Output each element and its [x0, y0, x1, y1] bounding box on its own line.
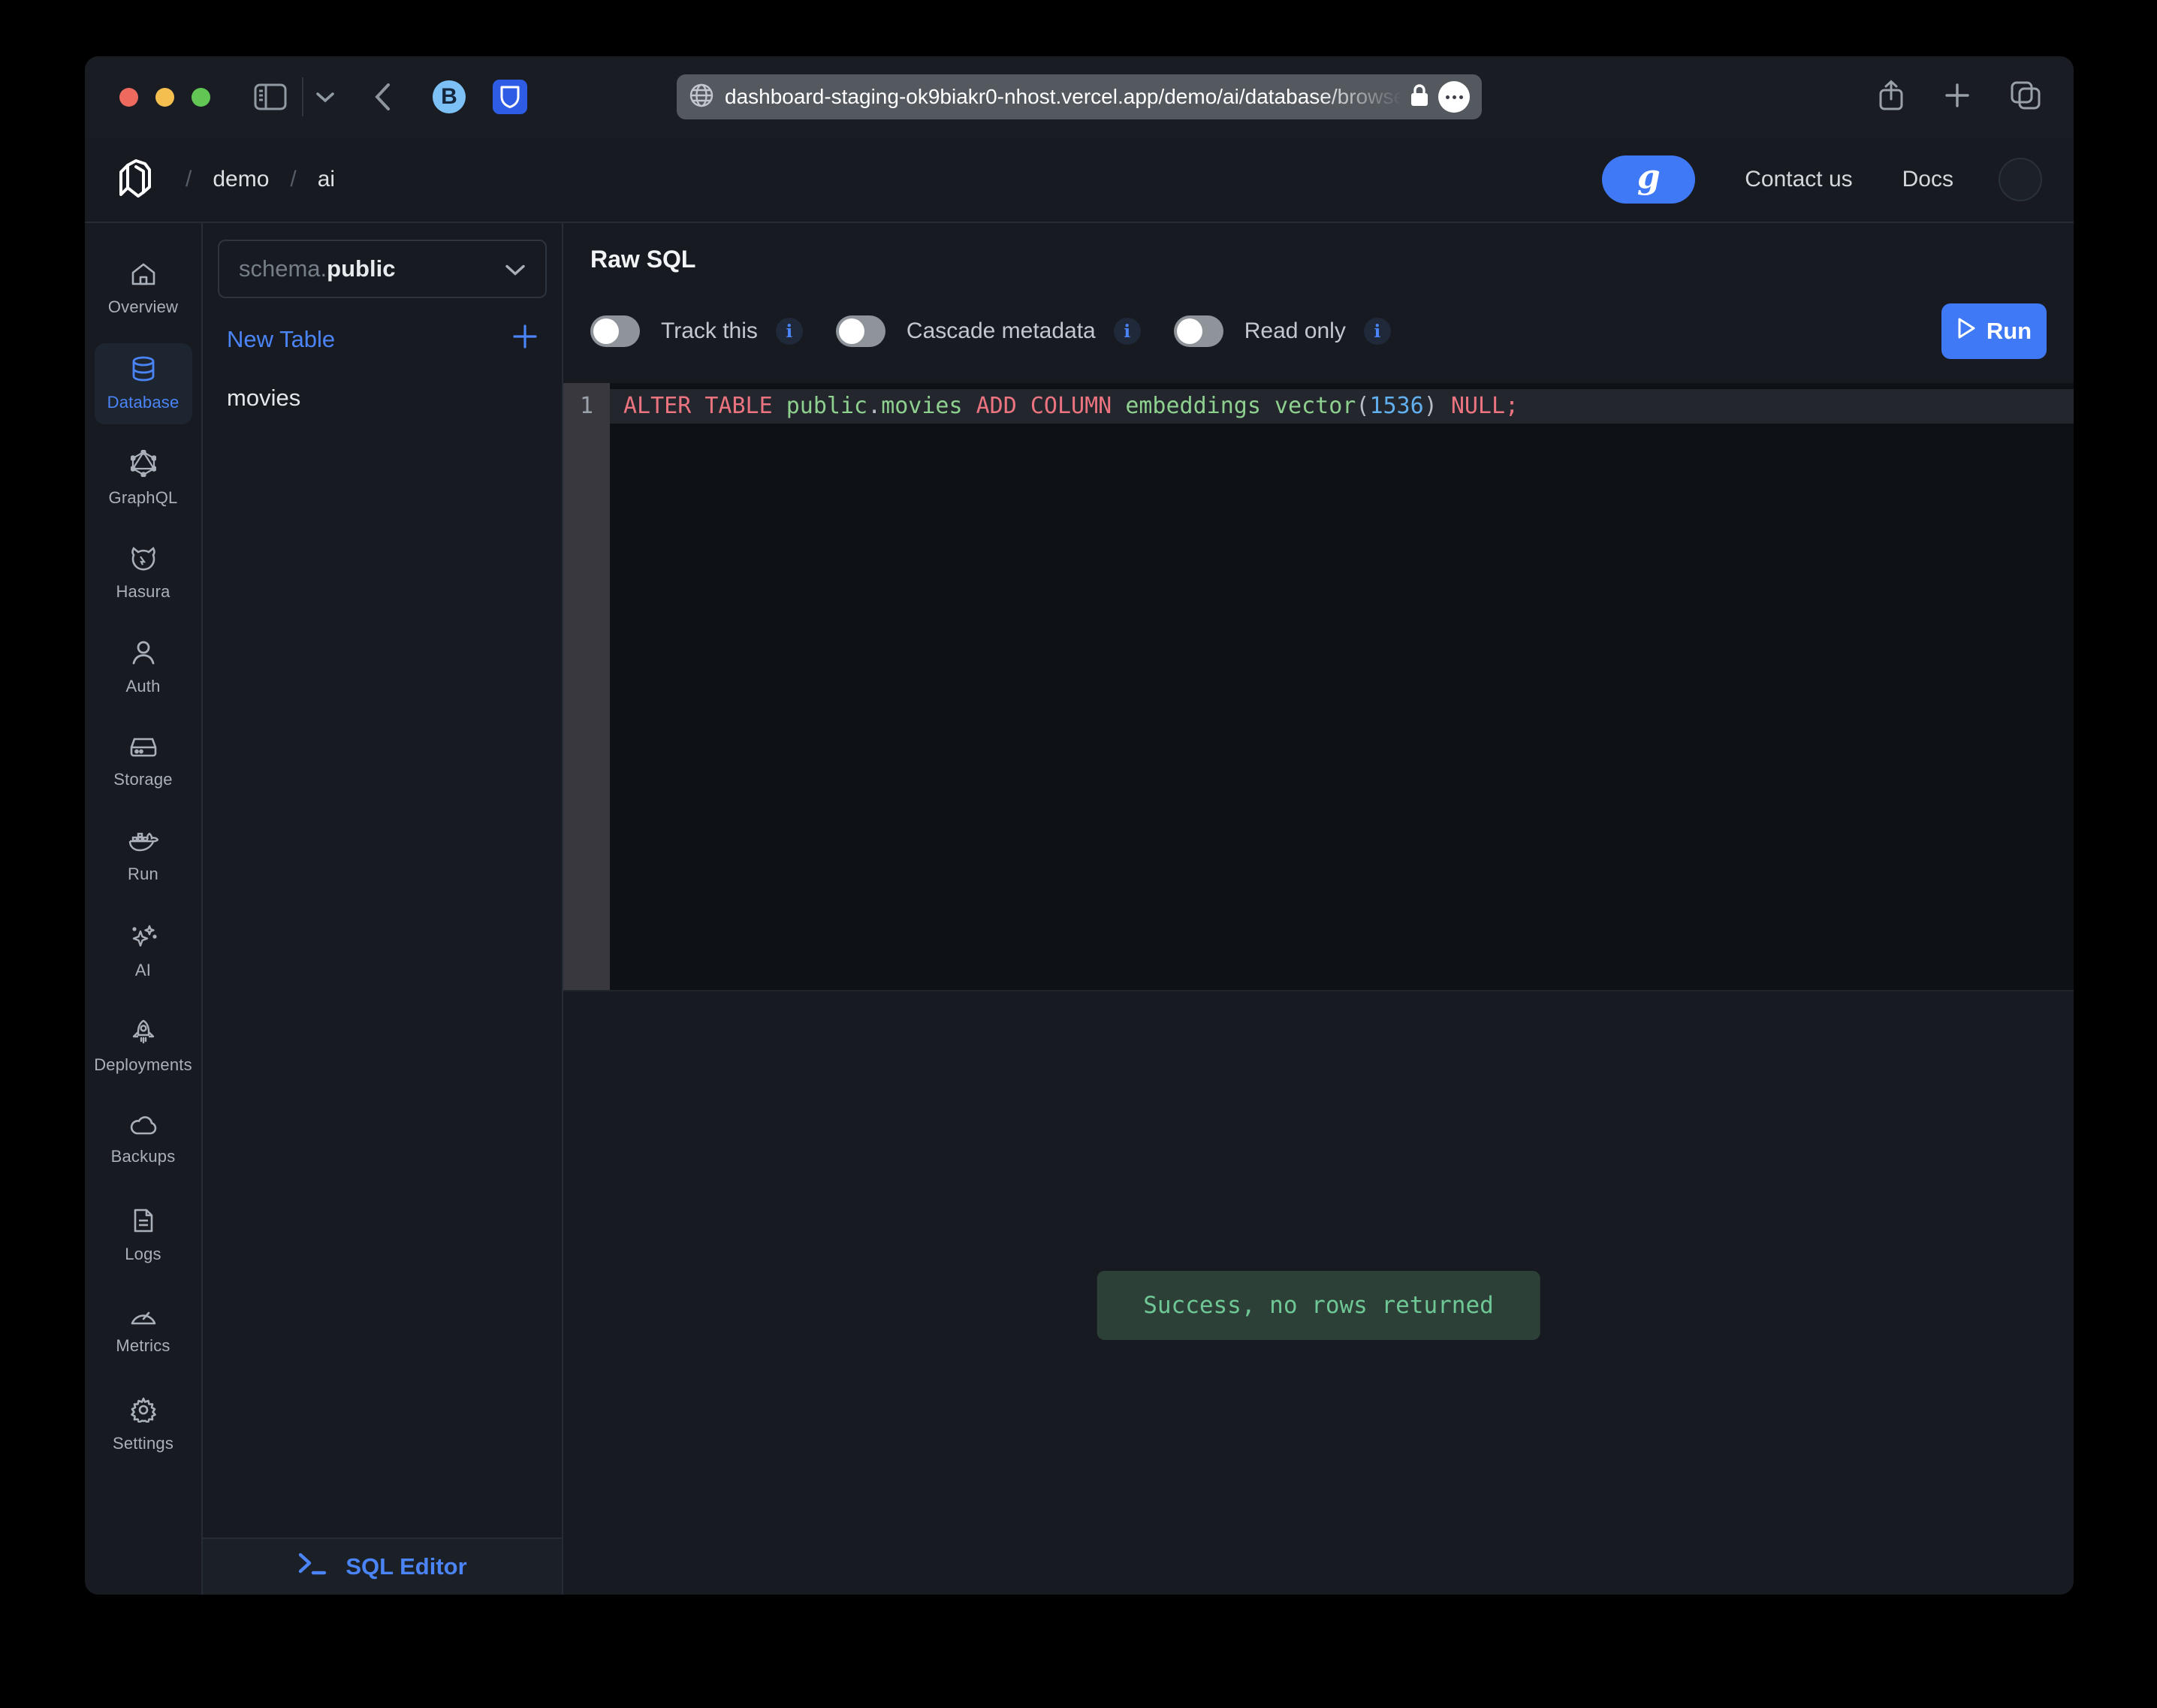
sidebar-item-logs[interactable]: Logs: [95, 1195, 192, 1276]
browser-chrome: B dashboard-staging-ok9biakr0-nhost.verc…: [85, 56, 2074, 137]
track-this-toggle[interactable]: [590, 315, 640, 347]
schema-prefix: schema.: [239, 255, 327, 282]
plus-icon: [512, 324, 538, 355]
new-table-button[interactable]: New Table: [203, 321, 562, 358]
sql-controls: Track this i Cascade metadata i Read onl…: [590, 303, 2047, 359]
user-avatar[interactable]: [1999, 158, 2042, 201]
app-header: / demo / ai g Contact us Docs: [85, 137, 2074, 223]
share-icon[interactable]: [1878, 80, 1904, 115]
cascade-metadata-toggle-group: Cascade metadata i: [836, 315, 1141, 347]
chevron-down-icon[interactable]: [315, 91, 335, 103]
contact-us-link[interactable]: Contact us: [1745, 167, 1852, 192]
table-item-movies[interactable]: movies: [203, 379, 562, 417]
sidebar-item-deployments[interactable]: Deployments: [95, 1006, 192, 1087]
graphql-icon: [131, 450, 156, 481]
chrome-divider: [302, 77, 303, 116]
breadcrumb-app[interactable]: ai: [318, 167, 335, 192]
url-bar[interactable]: dashboard-staging-ok9biakr0-nhost.vercel…: [677, 74, 1482, 119]
track-this-toggle-group: Track this i: [590, 315, 803, 347]
info-icon[interactable]: i: [776, 318, 803, 345]
sidebar-toggle-icon[interactable]: [254, 83, 287, 110]
database-icon: [131, 356, 156, 385]
breadcrumb-separator: /: [186, 167, 192, 192]
cloud-icon: [129, 1116, 158, 1139]
page-title: Raw SQL: [590, 246, 2074, 273]
sidebar-item-overview[interactable]: Overview: [95, 249, 192, 330]
sidebar-item-graphql[interactable]: GraphQL: [95, 438, 192, 519]
sql-code-editor[interactable]: 1 ALTER TABLE public.movies ADD COLUMN e…: [563, 383, 2074, 990]
zoom-window-button[interactable]: [192, 88, 210, 107]
sparkles-icon: [130, 924, 157, 953]
schema-select[interactable]: schema.public: [218, 240, 547, 298]
sql-editor-button[interactable]: SQL Editor: [203, 1538, 562, 1595]
home-icon: [131, 262, 156, 290]
query-results-area: Success, no rows returned: [563, 990, 2074, 1595]
gauge-icon: [129, 1305, 158, 1329]
nav-rail: Overview Database: [85, 223, 203, 1595]
tables-panel: schema.public New Table movies: [203, 223, 563, 1595]
extension-b-icon[interactable]: B: [433, 80, 466, 113]
back-button[interactable]: [374, 83, 391, 111]
url-text[interactable]: dashboard-staging-ok9biakr0-nhost.vercel…: [725, 85, 1410, 109]
sidebar-item-settings[interactable]: Settings: [95, 1384, 192, 1465]
chevron-down-icon: [505, 255, 526, 282]
new-tab-icon[interactable]: [1944, 83, 1970, 112]
sidebar-item-ai[interactable]: AI: [95, 911, 192, 992]
sidebar-item-hasura[interactable]: Hasura: [95, 533, 192, 614]
sidebar-item-auth[interactable]: Auth: [95, 627, 192, 708]
bitwarden-shield-icon[interactable]: [493, 80, 527, 114]
sidebar-item-database[interactable]: Database: [95, 343, 192, 424]
code-line[interactable]: ALTER TABLE public.movies ADD COLUMN emb…: [610, 389, 2074, 424]
editor-gutter: 1: [563, 383, 610, 990]
sidebar-item-metrics[interactable]: Metrics: [95, 1290, 192, 1371]
rocket-icon: [131, 1018, 156, 1048]
globe-icon: [689, 83, 714, 112]
info-icon[interactable]: i: [1114, 318, 1141, 345]
sidebar-item-storage[interactable]: Storage: [95, 722, 192, 803]
info-icon[interactable]: i: [1364, 318, 1391, 345]
sidebar-item-run[interactable]: Run: [95, 816, 192, 898]
cascade-metadata-toggle[interactable]: [836, 315, 885, 347]
nhost-logo[interactable]: [116, 157, 155, 203]
feedback-pill-button[interactable]: g: [1602, 155, 1695, 204]
success-message: Success, no rows returned: [1097, 1271, 1540, 1340]
close-window-button[interactable]: [119, 88, 138, 107]
sidebar-item-backups[interactable]: Backups: [95, 1100, 192, 1181]
lock-icon: [1410, 83, 1429, 111]
minimize-window-button[interactable]: [155, 88, 174, 107]
traffic-lights: [119, 88, 210, 107]
tab-overview-icon[interactable]: [2011, 81, 2041, 113]
document-icon: [132, 1208, 155, 1237]
breadcrumb-separator: /: [290, 167, 296, 192]
read-only-toggle-group: Read only i: [1174, 315, 1391, 347]
read-only-toggle[interactable]: [1174, 315, 1223, 347]
browser-window: B dashboard-staging-ok9biakr0-nhost.verc…: [85, 56, 2074, 1595]
reader-options-button[interactable]: [1438, 81, 1470, 113]
line-number: 1: [563, 389, 610, 424]
schema-name: public: [327, 255, 395, 282]
play-icon: [1956, 317, 1976, 346]
breadcrumb: / demo / ai: [186, 167, 335, 192]
gear-icon: [131, 1397, 156, 1426]
docs-link[interactable]: Docs: [1902, 167, 1953, 192]
storage-icon: [130, 736, 157, 762]
user-icon: [131, 640, 155, 669]
docker-icon: [128, 831, 158, 857]
terminal-icon: [297, 1552, 327, 1582]
breadcrumb-project[interactable]: demo: [213, 167, 269, 192]
hasura-icon: [130, 545, 157, 575]
raw-sql-panel: Raw SQL Track this i Cascade metadata i …: [563, 223, 2074, 1595]
editor-code-area[interactable]: ALTER TABLE public.movies ADD COLUMN emb…: [610, 383, 2074, 990]
run-button[interactable]: Run: [1941, 303, 2047, 359]
